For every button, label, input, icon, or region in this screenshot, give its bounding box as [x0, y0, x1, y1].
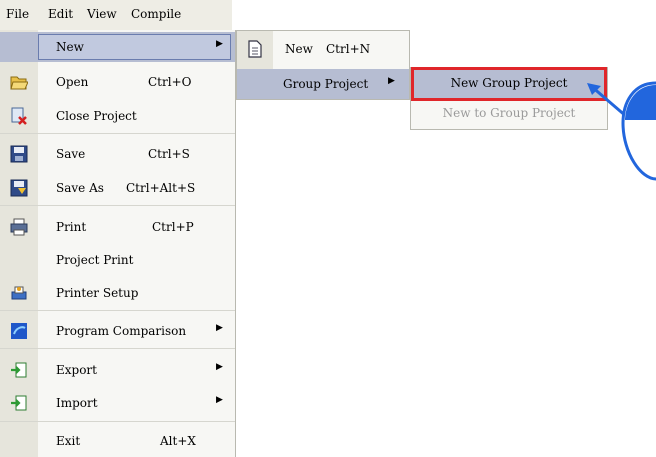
menu-item-label: Save As [56, 181, 104, 195]
menu-item-label: Save [56, 147, 86, 161]
submenu-arrow-icon: ▶ [216, 395, 223, 405]
menu-separator [0, 133, 235, 134]
menu-item-export[interactable]: Export ▶ [0, 355, 235, 385]
submenu-arrow-icon: ▶ [216, 323, 223, 333]
printer-setup-icon [11, 286, 27, 300]
menu-item-label: Open [56, 75, 89, 89]
save-as-icon [10, 179, 28, 197]
menu-view[interactable]: View [87, 7, 117, 21]
menu-item-save-as[interactable]: Save As Ctrl+Alt+S [0, 173, 235, 203]
menu-item-shortcut: Ctrl+P [152, 220, 194, 234]
new-document-icon [248, 40, 262, 58]
menu-file[interactable]: File [6, 7, 29, 21]
menu-item-new[interactable]: New ▶ [0, 32, 235, 62]
menu-separator [0, 348, 235, 349]
submenu-arrow-icon: ▶ [388, 76, 395, 86]
menu-item-label: Import [56, 396, 98, 410]
printer-icon [10, 218, 28, 236]
menu-item-label: New [56, 40, 84, 54]
menu-item-label: Print [56, 220, 87, 234]
new-submenu: New Ctrl+N Group Project ▶ [236, 30, 410, 100]
menu-item-close-project[interactable]: Close Project [0, 101, 235, 131]
close-project-icon [11, 107, 27, 125]
menu-item-label: Close Project [56, 109, 137, 123]
menu-item-import[interactable]: Import ▶ [0, 388, 235, 418]
submenu-item-new[interactable]: New Ctrl+N [237, 34, 409, 64]
submenu-item-new-group-project[interactable]: New Group Project [411, 67, 607, 101]
submenu-item-group-project[interactable]: Group Project ▶ [237, 69, 409, 99]
mouse-pointer-icon [587, 81, 656, 181]
menu-item-shortcut: Ctrl+N [326, 42, 371, 56]
submenu-item-new-to-group-project: New to Group Project [442, 106, 576, 120]
menu-item-shortcut: Alt+X [160, 434, 196, 448]
submenu-arrow-icon: ▶ [216, 362, 223, 372]
menu-item-shortcut: Ctrl+Alt+S [126, 181, 196, 195]
menu-item-label: Program Comparison [56, 324, 187, 338]
menu-bar: File Edit View Compile [0, 0, 232, 30]
menu-item-program-comparison[interactable]: Program Comparison ▶ [0, 316, 235, 346]
menu-item-label: Printer Setup [56, 286, 139, 300]
import-icon [11, 395, 27, 411]
save-disk-icon [10, 145, 28, 163]
menu-item-save[interactable]: Save Ctrl+S [0, 139, 235, 169]
menu-item-label: New [285, 42, 313, 56]
menu-item-shortcut: Ctrl+O [148, 75, 192, 89]
menu-item-project-print[interactable]: Project Print [0, 245, 235, 275]
menu-item-printer-setup[interactable]: Printer Setup [0, 278, 235, 308]
menu-item-label: Project Print [56, 253, 134, 267]
menu-item-label: New Group Project [450, 76, 568, 90]
menu-item-label: Group Project [283, 77, 369, 91]
menu-item-label: Export [56, 363, 97, 377]
menu-item-label: Exit [56, 434, 81, 448]
menu-item-shortcut: Ctrl+S [148, 147, 190, 161]
menu-separator [0, 205, 235, 206]
menu-separator [0, 421, 235, 422]
submenu-arrow-icon: ▶ [216, 39, 223, 49]
menu-separator [0, 310, 235, 311]
menu-item-open[interactable]: Open Ctrl+O [0, 67, 235, 97]
open-folder-icon [10, 76, 28, 90]
export-icon [11, 362, 27, 378]
file-menu: New ▶ Open Ctrl+O Close Project Save Ctr… [0, 30, 236, 457]
menu-item-exit[interactable]: Exit Alt+X [0, 426, 235, 456]
menu-edit[interactable]: Edit [48, 7, 73, 21]
menu-item-print[interactable]: Print Ctrl+P [0, 212, 235, 242]
compare-icon [11, 323, 27, 339]
menu-compile[interactable]: Compile [131, 7, 181, 21]
